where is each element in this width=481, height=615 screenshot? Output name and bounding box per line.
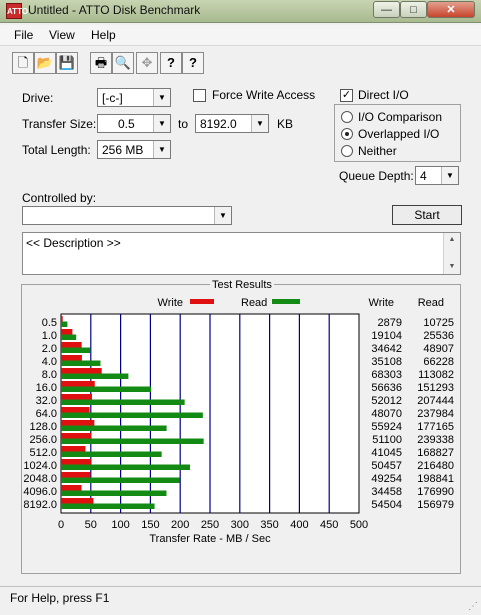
x-tick-label: 400 xyxy=(290,519,308,531)
x-tick-label: 200 xyxy=(171,519,189,531)
write-value: 54504 xyxy=(371,499,402,511)
write-bar xyxy=(61,316,63,322)
x-tick-label: 100 xyxy=(111,519,129,531)
category-label: 128.0 xyxy=(29,421,57,433)
write-value: 49254 xyxy=(371,473,402,485)
read-bar xyxy=(61,477,180,483)
write-value: 48070 xyxy=(371,408,402,420)
read-value: 207444 xyxy=(417,395,454,407)
x-tick-label: 0 xyxy=(58,519,64,531)
write-bar xyxy=(61,394,92,400)
write-value: 2879 xyxy=(378,317,402,329)
legend-write-swatch xyxy=(190,299,214,304)
legend-write-label: Write xyxy=(158,297,183,309)
x-axis-label: Transfer Rate - MB / Sec xyxy=(149,533,271,545)
legend-read-label: Read xyxy=(241,297,267,309)
status-text: For Help, press F1 xyxy=(10,591,110,605)
read-column-header: Read xyxy=(418,297,444,309)
app-window: ATTO Untitled - ATTO Disk Benchmark — □ … xyxy=(0,0,481,615)
write-bar xyxy=(61,420,95,426)
read-value: 66228 xyxy=(423,356,454,368)
transfer-rate-chart: 0.5 2879 10725 1.0 19104 25536 2.0 34642 48907 4.… xyxy=(23,297,454,545)
read-bar xyxy=(61,321,68,327)
read-value: 48907 xyxy=(423,343,454,355)
write-value: 19104 xyxy=(371,330,402,342)
write-bar xyxy=(61,485,82,491)
read-value: 237984 xyxy=(417,408,454,420)
x-tick-label: 450 xyxy=(320,519,338,531)
category-label: 2.0 xyxy=(42,343,57,355)
write-bar xyxy=(61,498,94,504)
write-bar xyxy=(61,381,95,387)
read-bar xyxy=(61,334,77,340)
write-bar xyxy=(61,368,102,374)
read-value: 216480 xyxy=(417,460,454,472)
read-bar xyxy=(61,438,204,444)
category-label: 512.0 xyxy=(29,447,57,459)
read-value: 198841 xyxy=(417,473,454,485)
category-label: 4096.0 xyxy=(23,486,57,498)
write-value: 34642 xyxy=(371,343,402,355)
read-bar xyxy=(61,425,167,431)
read-value: 177165 xyxy=(417,421,454,433)
category-label: 1024.0 xyxy=(23,460,57,472)
resize-grip-icon[interactable]: ⋰ xyxy=(468,601,478,612)
category-label: 0.5 xyxy=(42,317,57,329)
write-value: 41045 xyxy=(371,447,402,459)
read-bar xyxy=(61,490,167,496)
legend-read-swatch xyxy=(272,299,300,304)
read-value: 113082 xyxy=(418,369,454,381)
read-bar xyxy=(61,360,101,366)
write-bar xyxy=(61,355,82,361)
x-tick-label: 350 xyxy=(260,519,278,531)
category-label: 8.0 xyxy=(42,369,57,381)
write-value: 50457 xyxy=(371,460,402,472)
write-value: 51100 xyxy=(372,434,402,446)
read-value: 239338 xyxy=(417,434,454,446)
write-value: 52012 xyxy=(371,395,402,407)
x-tick-label: 500 xyxy=(350,519,368,531)
category-label: 4.0 xyxy=(42,356,57,368)
write-column-header: Write xyxy=(369,297,394,309)
write-bar xyxy=(61,446,86,452)
x-tick-label: 150 xyxy=(141,519,159,531)
category-label: 16.0 xyxy=(36,382,57,394)
write-bar xyxy=(61,407,90,413)
read-bar xyxy=(61,347,91,353)
read-bar xyxy=(61,373,129,379)
write-value: 68303 xyxy=(371,369,402,381)
write-bar xyxy=(61,433,92,439)
write-bar xyxy=(61,329,73,335)
category-label: 32.0 xyxy=(36,395,57,407)
category-label: 1.0 xyxy=(42,330,57,342)
write-value: 56636 xyxy=(371,382,402,394)
x-tick-label: 250 xyxy=(201,519,219,531)
write-value: 35108 xyxy=(371,356,402,368)
write-value: 55924 xyxy=(371,421,402,433)
read-value: 10725 xyxy=(423,317,454,329)
read-value: 25536 xyxy=(423,330,454,342)
x-tick-label: 50 xyxy=(85,519,97,531)
category-label: 256.0 xyxy=(29,434,57,446)
read-value: 176990 xyxy=(417,486,454,498)
read-bar xyxy=(61,464,191,470)
x-tick-label: 300 xyxy=(231,519,249,531)
category-label: 8192.0 xyxy=(23,499,57,511)
read-bar xyxy=(61,412,203,418)
write-bar xyxy=(61,342,82,348)
write-bar xyxy=(61,459,92,465)
status-bar: For Help, press F1 ⋰ xyxy=(0,586,481,615)
read-value: 168827 xyxy=(417,447,454,459)
read-value: 156979 xyxy=(417,499,454,511)
category-label: 2048.0 xyxy=(23,473,57,485)
read-bar xyxy=(61,386,152,392)
write-bar xyxy=(61,472,91,478)
read-value: 151293 xyxy=(417,382,454,394)
write-value: 34458 xyxy=(371,486,402,498)
category-label: 64.0 xyxy=(36,408,57,420)
read-bar xyxy=(61,399,185,405)
read-bar xyxy=(61,503,155,509)
read-bar xyxy=(61,451,162,457)
